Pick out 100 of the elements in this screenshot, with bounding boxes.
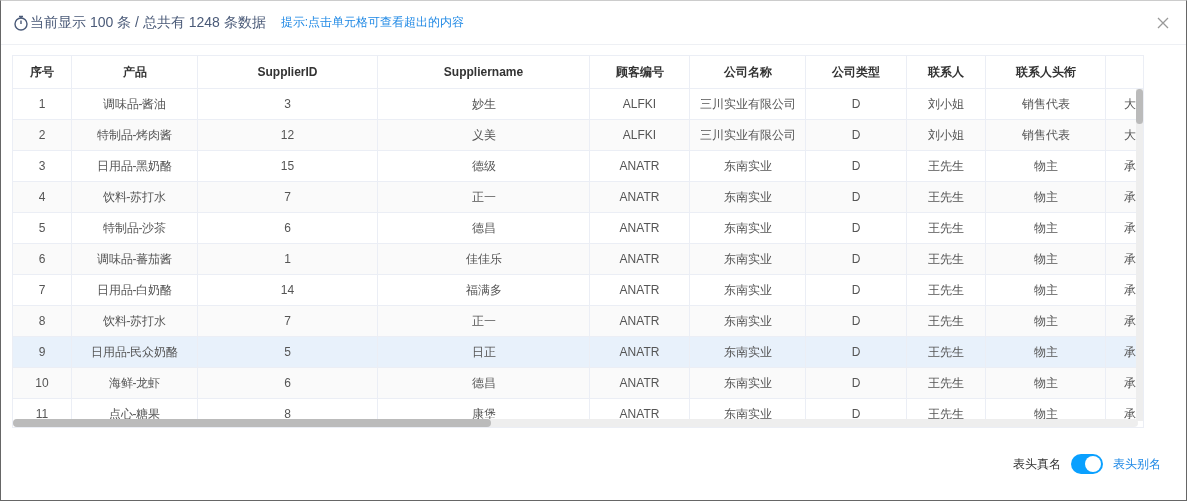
table-cell[interactable]: 物主 bbox=[986, 275, 1106, 305]
table-cell[interactable]: 王先生 bbox=[907, 337, 986, 367]
table-cell[interactable]: D bbox=[806, 306, 907, 336]
table-cell[interactable]: 特制品-烤肉酱 bbox=[72, 120, 198, 150]
table-cell[interactable]: 福满多 bbox=[378, 275, 590, 305]
table-cell[interactable]: 物主 bbox=[986, 213, 1106, 243]
table-cell[interactable]: 承 bbox=[1106, 151, 1143, 181]
table-cell[interactable]: 承 bbox=[1106, 244, 1143, 274]
table-cell[interactable]: 东南实业 bbox=[690, 306, 806, 336]
table-cell[interactable]: 物主 bbox=[986, 306, 1106, 336]
table-cell[interactable]: 3 bbox=[13, 151, 72, 181]
column-header[interactable]: 序号 bbox=[13, 56, 72, 88]
column-header[interactable]: 产品 bbox=[72, 56, 198, 88]
table-cell[interactable]: 德昌 bbox=[378, 368, 590, 398]
table-cell[interactable]: D bbox=[806, 182, 907, 212]
table-cell[interactable]: 承 bbox=[1106, 213, 1143, 243]
table-cell[interactable]: 刘小姐 bbox=[907, 89, 986, 119]
table-cell[interactable]: 10 bbox=[13, 368, 72, 398]
column-header[interactable]: SupplierID bbox=[198, 56, 378, 88]
table-cell[interactable]: 9 bbox=[13, 337, 72, 367]
table-cell[interactable]: ANATR bbox=[590, 151, 690, 181]
table-cell[interactable]: 德昌 bbox=[378, 213, 590, 243]
table-cell[interactable]: 大 bbox=[1106, 120, 1143, 150]
table-cell[interactable]: 大 bbox=[1106, 89, 1143, 119]
table-cell[interactable]: 8 bbox=[13, 306, 72, 336]
table-cell[interactable]: 特制品-沙茶 bbox=[72, 213, 198, 243]
table-cell[interactable]: 正一 bbox=[378, 182, 590, 212]
table-cell[interactable]: ALFKI bbox=[590, 89, 690, 119]
table-cell[interactable]: 7 bbox=[13, 275, 72, 305]
table-cell[interactable]: 6 bbox=[198, 213, 378, 243]
table-cell[interactable]: 王先生 bbox=[907, 213, 986, 243]
table-cell[interactable]: 妙生 bbox=[378, 89, 590, 119]
table-cell[interactable]: 东南实业 bbox=[690, 182, 806, 212]
table-cell[interactable]: 5 bbox=[198, 337, 378, 367]
table-cell[interactable]: 1 bbox=[13, 89, 72, 119]
table-cell[interactable]: 5 bbox=[13, 213, 72, 243]
table-cell[interactable]: D bbox=[806, 89, 907, 119]
table-cell[interactable]: 饮料-苏打水 bbox=[72, 182, 198, 212]
table-cell[interactable]: 东南实业 bbox=[690, 368, 806, 398]
table-cell[interactable]: 承 bbox=[1106, 306, 1143, 336]
table-cell[interactable]: 东南实业 bbox=[690, 275, 806, 305]
close-icon[interactable] bbox=[1157, 16, 1169, 29]
table-cell[interactable]: 调味品-蕃茄酱 bbox=[72, 244, 198, 274]
table-cell[interactable]: 14 bbox=[198, 275, 378, 305]
table-cell[interactable]: 佳佳乐 bbox=[378, 244, 590, 274]
table-cell[interactable]: 4 bbox=[13, 182, 72, 212]
table-cell[interactable]: 销售代表 bbox=[986, 120, 1106, 150]
table-cell[interactable]: 承 bbox=[1106, 182, 1143, 212]
horizontal-scrollbar[interactable] bbox=[13, 419, 1138, 427]
table-cell[interactable]: 饮料-苏打水 bbox=[72, 306, 198, 336]
table-cell[interactable]: 15 bbox=[198, 151, 378, 181]
table-cell[interactable]: 刘小姐 bbox=[907, 120, 986, 150]
table-cell[interactable]: 王先生 bbox=[907, 151, 986, 181]
table-cell[interactable]: 6 bbox=[198, 368, 378, 398]
table-cell[interactable]: 2 bbox=[13, 120, 72, 150]
table-cell[interactable]: ANATR bbox=[590, 306, 690, 336]
table-cell[interactable]: D bbox=[806, 337, 907, 367]
table-cell[interactable]: 3 bbox=[198, 89, 378, 119]
column-header[interactable]: 联系人头衔 bbox=[986, 56, 1106, 88]
table-cell[interactable]: 德级 bbox=[378, 151, 590, 181]
table-cell[interactable]: D bbox=[806, 275, 907, 305]
table-cell[interactable]: 物主 bbox=[986, 244, 1106, 274]
header-name-switch[interactable] bbox=[1071, 454, 1103, 474]
table-cell[interactable]: 承 bbox=[1106, 399, 1143, 421]
table-cell[interactable]: 王先生 bbox=[907, 244, 986, 274]
table-cell[interactable]: 6 bbox=[13, 244, 72, 274]
column-header[interactable]: 公司名称 bbox=[690, 56, 806, 88]
table-cell[interactable]: 物主 bbox=[986, 337, 1106, 367]
table-cell[interactable]: 海鲜-龙虾 bbox=[72, 368, 198, 398]
table-cell[interactable]: 王先生 bbox=[907, 275, 986, 305]
table-cell[interactable]: 12 bbox=[198, 120, 378, 150]
table-cell[interactable]: 日用品-民众奶酪 bbox=[72, 337, 198, 367]
table-cell[interactable]: 王先生 bbox=[907, 368, 986, 398]
table-cell[interactable]: 东南实业 bbox=[690, 244, 806, 274]
table-cell[interactable]: 7 bbox=[198, 182, 378, 212]
table-cell[interactable]: 物主 bbox=[986, 368, 1106, 398]
table-cell[interactable]: D bbox=[806, 368, 907, 398]
table-cell[interactable]: ANATR bbox=[590, 182, 690, 212]
table-cell[interactable]: 正一 bbox=[378, 306, 590, 336]
table-cell[interactable]: 东南实业 bbox=[690, 337, 806, 367]
column-header[interactable]: 顾客编号 bbox=[590, 56, 690, 88]
table-cell[interactable]: ALFKI bbox=[590, 120, 690, 150]
table-cell[interactable]: 日用品-黑奶酪 bbox=[72, 151, 198, 181]
table-cell[interactable]: D bbox=[806, 244, 907, 274]
table-cell[interactable]: 日用品-白奶酪 bbox=[72, 275, 198, 305]
table-cell[interactable]: 东南实业 bbox=[690, 151, 806, 181]
table-cell[interactable]: 销售代表 bbox=[986, 89, 1106, 119]
table-cell[interactable]: 承 bbox=[1106, 337, 1143, 367]
table-cell[interactable]: 物主 bbox=[986, 182, 1106, 212]
table-cell[interactable]: ANATR bbox=[590, 337, 690, 367]
table-cell[interactable]: ANATR bbox=[590, 275, 690, 305]
table-cell[interactable]: ANATR bbox=[590, 213, 690, 243]
table-cell[interactable]: ANATR bbox=[590, 244, 690, 274]
table-cell[interactable]: 7 bbox=[198, 306, 378, 336]
table-cell[interactable]: 调味品-酱油 bbox=[72, 89, 198, 119]
table-cell[interactable]: D bbox=[806, 120, 907, 150]
column-header[interactable]: Suppliername bbox=[378, 56, 590, 88]
column-header[interactable]: 公司类型 bbox=[806, 56, 907, 88]
table-cell[interactable]: 王先生 bbox=[907, 182, 986, 212]
table-cell[interactable]: 三川实业有限公司 bbox=[690, 89, 806, 119]
